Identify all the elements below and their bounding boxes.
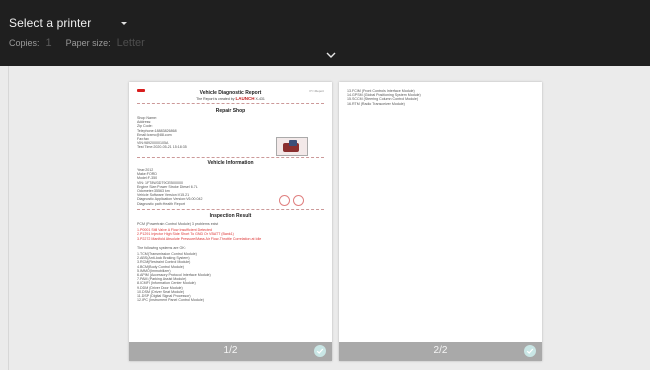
vehicle-info: Year:2012 Make:FORD Model:F-350 VIN: 1FT… [137, 168, 287, 206]
preview-page-1[interactable]: P>>Report Vehicle Diagnostic Report The … [129, 82, 332, 361]
copies-label: Copies: [9, 38, 40, 48]
subtitle-suffix: X-431 [255, 97, 265, 101]
ok-system: 16.RTM (Radio Transceiver Module) [347, 101, 405, 106]
repair-shop-heading: Repair Shop [215, 108, 246, 114]
printer-select[interactable]: Select a printer [9, 15, 128, 31]
vehicle-info-heading: Vehicle Information [207, 160, 254, 166]
print-preview-area: P>>Report Vehicle Diagnostic Report The … [8, 66, 650, 370]
page-footer: 1/2 [129, 342, 332, 361]
check-circle-icon[interactable] [524, 345, 536, 357]
paper-size-select[interactable]: Letter [117, 37, 145, 49]
divider [137, 103, 324, 104]
check-circle-icon[interactable] [314, 345, 326, 357]
ok-system: 12.IPC (Instrument Panel Control Module) [137, 298, 204, 303]
inspection-heading: Inspection Result [209, 213, 252, 219]
chevron-down-icon[interactable] [326, 51, 336, 59]
subtitle-prefix: The Report is created by [196, 97, 235, 101]
shop-info: Shop Name: Address: Zip Code: Telephone:… [137, 116, 287, 150]
print-toolbar: Select a printer Copies: 1 Paper size: L… [0, 0, 650, 66]
page-number: 2/2 [433, 345, 448, 356]
preview-page-2[interactable]: 13.FCIM (Front Controls Interface Module… [339, 82, 542, 361]
divider [137, 209, 324, 210]
page-footer: 2/2 [339, 342, 542, 361]
stamp-icon [293, 195, 304, 206]
engine-image [276, 137, 308, 156]
page-number: 1/2 [223, 345, 238, 356]
report-subtitle: The Report is created by LAUNCH X-431 [129, 96, 332, 101]
printer-select-label: Select a printer [9, 16, 92, 30]
inspection-result: PCM (Powertrain Control Module) 3 proble… [137, 222, 324, 302]
divider [137, 157, 324, 158]
dropdown-caret-icon [121, 21, 128, 25]
copies-input[interactable]: 1 [46, 37, 52, 49]
print-options: Copies: 1 Paper size: Letter [9, 37, 145, 49]
stamp-icon [279, 195, 290, 206]
engine-part [289, 140, 297, 146]
paper-size-label: Paper size: [65, 38, 111, 48]
shop-line: Test Time:2020-05-21 15:18:35 [137, 145, 187, 150]
page2-systems: 13.FCIM (Front Controls Interface Module… [347, 89, 534, 106]
subtitle-brand: LAUNCH [235, 96, 255, 101]
vehicle-line: Diagnostic path:Health Report [137, 201, 185, 206]
